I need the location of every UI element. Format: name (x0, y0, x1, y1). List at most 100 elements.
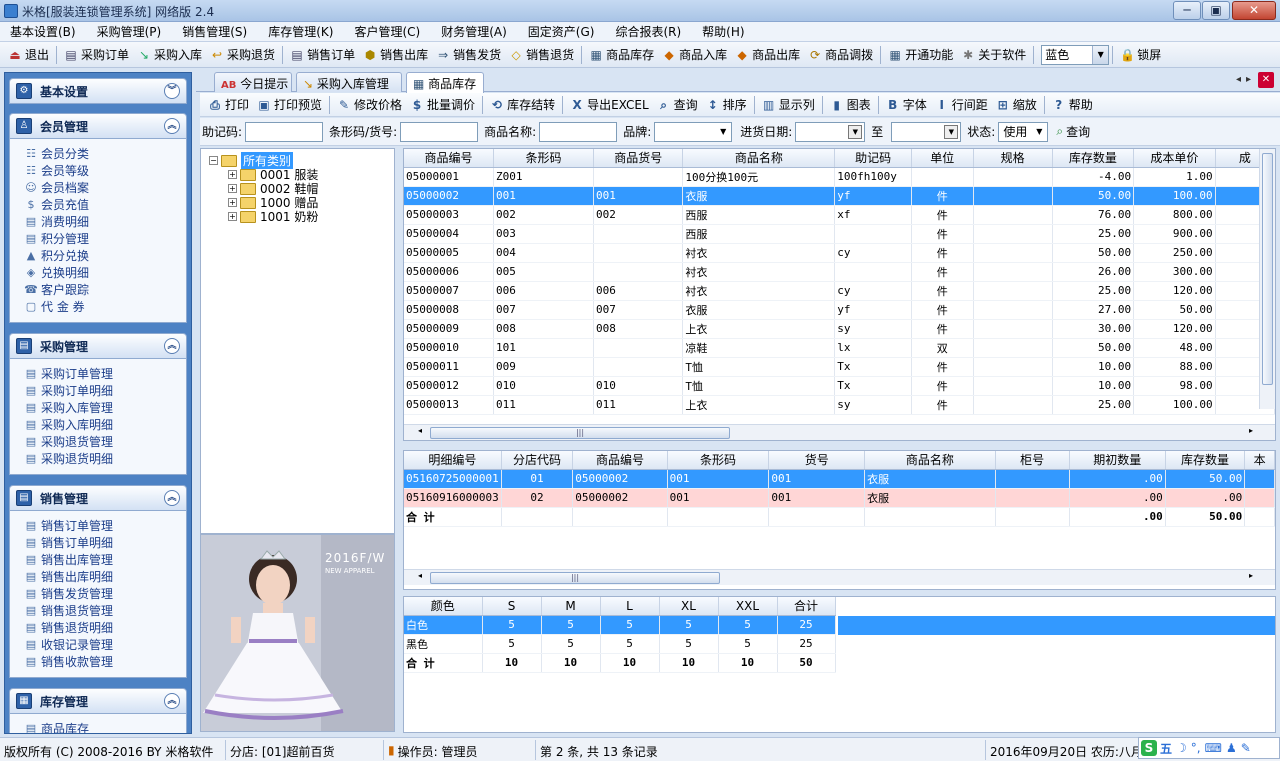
menu-item[interactable]: 固定资产(G) (528, 23, 595, 40)
column-header[interactable]: 商品名称 (682, 149, 836, 168)
column-header[interactable]: 柜号 (995, 451, 1070, 470)
menu-item[interactable]: 帮助(H) (702, 23, 744, 40)
table-row[interactable]: 05000010 101 凉鞋 lx 双 50.00 48.00 (404, 338, 1275, 358)
menu-item[interactable]: 采购管理(P) (97, 23, 162, 40)
table-row[interactable]: 05000002 001 001 衣服 yf 件 50.00 100.00 (404, 186, 1275, 206)
ime-logo-icon[interactable]: S (1141, 740, 1157, 756)
punctuation-icon[interactable]: °, (1191, 741, 1201, 755)
table-row[interactable]: 05000001 Z001 100分换100元 100fh100y -4.00 1.00 (404, 167, 1275, 187)
sidebar-item[interactable]: ▤ 采购退货管理 (24, 433, 186, 450)
toolbar-stock-button[interactable]: ▦ 商品库存 (585, 44, 658, 66)
table-row[interactable]: 05160916000003 02 05000002 001 001 衣服 .00.00 (404, 488, 1275, 508)
section-toggle-icon[interactable]: ︽ (164, 693, 180, 709)
lock-screen-button[interactable]: 🔒 锁屏 (1116, 44, 1165, 66)
scroll-right-icon[interactable]: ▸ (1249, 571, 1253, 580)
close-button[interactable]: ✕ (1232, 1, 1276, 20)
column-header[interactable]: XL (659, 597, 719, 616)
table-row[interactable]: 05000013 011 011 上衣 sy 件 25.00 100.00 (404, 395, 1275, 415)
table-row[interactable]: 05000004 003 西服 件 25.00 900.00 (404, 224, 1275, 244)
column-header[interactable]: 库存数量 (1165, 451, 1246, 470)
date-to-picker[interactable]: ▼ (891, 121, 962, 142)
column-header[interactable]: 商品货号 (593, 149, 684, 168)
brand-select[interactable]: ▼ (654, 121, 733, 142)
action-print-preview-button[interactable]: ▣ 打印预览 (253, 94, 326, 116)
expand-icon[interactable]: + (228, 198, 237, 207)
maximize-button[interactable]: ▣ (1202, 1, 1230, 20)
scroll-right-icon[interactable]: ▸ (1249, 426, 1253, 435)
minimize-button[interactable]: ─ (1173, 1, 1201, 20)
sidebar-item[interactable]: ▤ 销售出库管理 (24, 551, 186, 568)
column-header[interactable]: 条形码 (667, 451, 770, 470)
column-header[interactable]: 颜色 (404, 597, 483, 616)
toolbar-purchase-in-button[interactable]: ↘ 采购入库 (133, 44, 206, 66)
table-row[interactable]: 05000012 010 010 T恤 Tx 件 10.00 98.00 (404, 376, 1275, 396)
toolbar-about-button[interactable]: ✱ 关于软件 (957, 44, 1030, 66)
sidebar-item[interactable]: ▤ 采购入库管理 (24, 399, 186, 416)
column-header[interactable]: 期初数量 (1069, 451, 1166, 470)
product-name-input[interactable] (539, 121, 618, 142)
action-print-button[interactable]: ⎙ 打印 (204, 94, 253, 116)
expand-icon[interactable]: + (228, 170, 237, 179)
toolbar-features-button[interactable]: ▦ 开通功能 (884, 44, 957, 66)
menu-item[interactable]: 财务管理(A) (441, 23, 507, 40)
detail-horizontal-scrollbar[interactable]: ◂ ||| ▸ (404, 569, 1275, 585)
sidebar-item[interactable]: ▤ 销售订单明细 (24, 534, 186, 551)
table-row[interactable]: 05160725000001 01 05000002 001 001 衣服 .00 50.00 (404, 469, 1275, 489)
column-header[interactable]: L (600, 597, 660, 616)
action-query-button[interactable]: ⌕ 查询 (653, 94, 702, 116)
status-select[interactable]: 使用 ▼ (998, 121, 1049, 142)
action-font-button[interactable]: B 字体 (882, 94, 931, 116)
sidebar-item[interactable]: ▤ 销售发货管理 (24, 585, 186, 602)
toolbar-sales-return-button[interactable]: ◇ 销售退货 (505, 44, 578, 66)
table-row[interactable]: 05000008 007 007 衣服 yf 件 27.00 50.00 (404, 300, 1275, 320)
stock-vertical-scrollbar[interactable] (1259, 149, 1275, 409)
sidebar-item[interactable]: ▤ 销售退货明细 (24, 619, 186, 636)
action-stock-carryover-button[interactable]: ⟲ 库存结转 (486, 94, 559, 116)
section-toggle-icon[interactable]: ︽ (164, 118, 180, 134)
query-button[interactable]: 查询 (1066, 123, 1090, 140)
section-toggle-icon[interactable]: ︾ (164, 83, 180, 99)
sidebar-item[interactable]: ▤ 销售订单管理 (24, 517, 186, 534)
column-header[interactable]: 条形码 (493, 149, 595, 168)
calendar-dropdown-icon[interactable]: ▼ (848, 124, 863, 139)
scroll-left-icon[interactable]: ◂ (418, 426, 422, 435)
mnemonic-input[interactable] (245, 121, 324, 142)
menu-item[interactable]: 销售管理(S) (182, 23, 247, 40)
action-help-button[interactable]: ? 帮助 (1048, 94, 1097, 116)
menu-item[interactable]: 客户管理(C) (354, 23, 420, 40)
sidebar-item[interactable]: ▤ 采购入库明细 (24, 416, 186, 433)
sidebar-item[interactable]: $ 会员充值 (24, 196, 186, 213)
column-header[interactable]: 商品编号 (572, 451, 668, 470)
sidebar-item[interactable]: ▤ 商品库存 (24, 720, 186, 734)
column-header[interactable]: 助记码 (834, 149, 913, 168)
toolbar-goods-in-button[interactable]: ◆ 商品入库 (658, 44, 731, 66)
action-batch-price-button[interactable]: $ 批量调价 (406, 94, 479, 116)
user-icon[interactable]: ♟ (1226, 741, 1237, 755)
toolbar-goods-out-button[interactable]: ◆ 商品出库 (731, 44, 804, 66)
action-sort-button[interactable]: ↕ 排序 (702, 94, 751, 116)
sidebar-item[interactable]: ☷ 会员等级 (24, 162, 186, 179)
sidebar-item[interactable]: ▤ 销售出库明细 (24, 568, 186, 585)
theme-select[interactable]: 蓝色 ▼ (1041, 44, 1110, 65)
barcode-input[interactable] (400, 121, 479, 142)
sidebar-section-4[interactable]: ▦ 库存管理 ︽ (9, 688, 187, 714)
column-header[interactable]: 合计 (777, 597, 836, 616)
action-columns-button[interactable]: ▥ 显示列 (758, 94, 819, 116)
sidebar-item[interactable]: ▤ 收银记录管理 (24, 636, 186, 653)
action-zoom-button[interactable]: ⊞ 缩放 (992, 94, 1041, 116)
table-row[interactable]: 白色 5 5 5 5 5 25 (404, 615, 836, 635)
sidebar-item[interactable]: ☷ 会员分类 (24, 145, 186, 162)
sidebar-section-2[interactable]: ▤ 采购管理 ︽ (9, 333, 187, 359)
ime-lang[interactable]: 五 (1160, 740, 1172, 757)
table-row[interactable]: 05000007 006 006 衬衣 cy 件 25.00 120.00 (404, 281, 1275, 301)
sidebar-section-0[interactable]: ⚙ 基本设置 ︾ (9, 78, 187, 104)
expand-icon[interactable]: + (228, 184, 237, 193)
table-row[interactable]: 05000005 004 衬衣 cy 件 50.00 250.00 (404, 243, 1275, 263)
scroll-thumb[interactable]: ||| (430, 427, 730, 439)
column-header[interactable]: 商品编号 (404, 149, 494, 168)
column-header[interactable]: 规格 (973, 149, 1053, 168)
action-edit-price-button[interactable]: ✎ 修改价格 (333, 94, 406, 116)
toolbar-sales-out-button[interactable]: ⬢ 销售出库 (359, 44, 432, 66)
section-toggle-icon[interactable]: ︽ (164, 490, 180, 506)
table-row[interactable]: 05000003 002 002 西服 xf 件 76.00 800.00 (404, 205, 1275, 225)
